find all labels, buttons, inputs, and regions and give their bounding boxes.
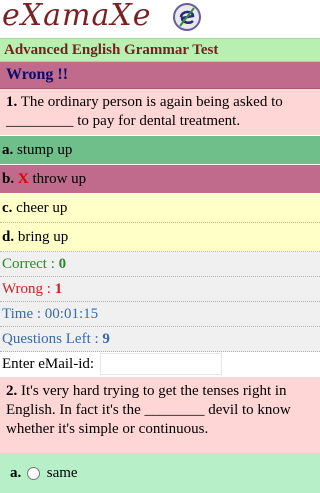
examaxe-e-logo-icon [173,3,201,31]
option-letter: a. [10,465,22,481]
option-letter: d. [2,229,15,245]
option-text: same [46,465,78,481]
question-2: 2. It's very hard trying to get the tens… [0,378,320,453]
option-c[interactable]: c. cheer up [0,194,320,223]
correct-value: 0 [58,256,67,272]
questions-left: Questions Left : 9 [0,327,320,352]
option-a[interactable]: a. stump up [0,136,320,165]
email-label: Enter eMail-id: [2,356,95,372]
option-letter: b. [2,171,15,187]
elapsed-time: Time : 00:01:15 [0,302,320,327]
time-value: 00:01:15 [44,306,99,322]
email-input[interactable] [99,352,222,375]
question-text: The ordinary person is again being asked… [6,94,283,129]
wrong-value: 1 [54,281,63,297]
correct-label: Correct : [2,256,55,272]
wrong-x-icon: X [17,171,29,187]
test-title: Advanced English Grammar Test [0,38,320,62]
option-d[interactable]: d. bring up [0,223,320,252]
questions-left-label: Questions Left : [2,331,99,347]
option-letter: c. [2,200,13,216]
email-row: Enter eMail-id: [0,352,320,378]
time-label: Time : [2,306,42,322]
wrong-count: Wrong : 1 [0,277,320,302]
logo-text: eXamaXe [2,0,152,33]
wrong-label: Wrong : [2,281,51,297]
option-text: cheer up [16,200,68,216]
option-text: throw up [32,171,87,187]
option-text: stump up [17,142,73,158]
question-text: It's very hard trying to get the tenses … [6,383,291,437]
option-text: bring up [17,229,69,245]
question-2-option-a[interactable]: a. same [0,453,320,493]
option-letter: a. [2,142,14,158]
result-status: Wrong !! [0,62,320,89]
option-b[interactable]: b. X throw up [0,165,320,194]
question-1: 1. The ordinary person is again being as… [0,89,320,136]
correct-count: Correct : 0 [0,252,320,277]
radio-button-icon[interactable] [27,467,40,481]
questions-left-value: 9 [102,331,110,347]
question-number: 2. [6,383,18,399]
question-number: 1. [6,94,18,110]
app-logo: eXamaXe [0,0,320,38]
